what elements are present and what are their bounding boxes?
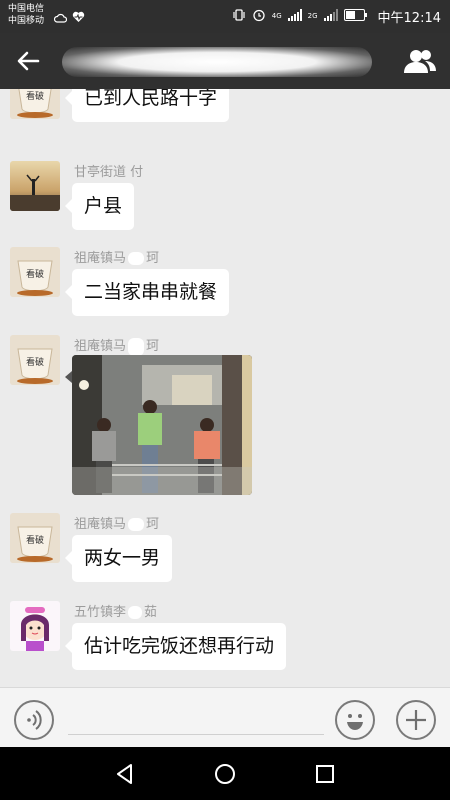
teacup-avatar[interactable]: 看破 (10, 89, 60, 119)
message-item: 五竹镇李茹 估计吃完饭还想再行动 (10, 601, 440, 681)
health-icon (72, 8, 85, 27)
recents-square-icon (316, 765, 334, 783)
message-item: 看破 祖庵镇马珂 二当家串串就餐 (10, 247, 440, 327)
image-message[interactable] (72, 355, 252, 495)
message-bubble[interactable]: 估计吃完饭还想再行动 (64, 623, 287, 670)
photo-icon (72, 355, 252, 495)
message-item: 甘亭街道 付 户县 (10, 161, 440, 241)
back-triangle-icon (117, 764, 132, 784)
alarm-icon (252, 8, 266, 25)
cloud-icon (53, 8, 68, 27)
group-info-button[interactable] (402, 47, 438, 75)
emoji-button[interactable] (335, 700, 375, 740)
chat-title-bar (0, 33, 450, 89)
arrow-left-icon (17, 51, 40, 71)
sender-name: 祖庵镇马珂 (74, 517, 160, 532)
message-item: 看破 祖庵镇马珂 两女一男 (10, 513, 440, 593)
home-circle-icon (215, 764, 235, 784)
cartoon-girl-avatar[interactable] (10, 601, 60, 651)
message-bubble[interactable]: 两女一男 (64, 535, 173, 582)
image-bubble-tail (65, 371, 72, 383)
svg-text:看破: 看破 (26, 534, 44, 546)
teacup-avatar[interactable]: 看破 (10, 335, 60, 385)
teacup-avatar[interactable]: 看破 (10, 247, 60, 297)
sender-name: 五竹镇李茹 (74, 605, 158, 620)
status-right: 4G 2G 中午12:14 (232, 7, 441, 26)
group-icon (404, 50, 436, 73)
message-bubble[interactable]: 已到人民路十字 (64, 89, 230, 122)
clock: 中午12:14 (377, 11, 441, 26)
sender-name: 甘亭街道 付 (74, 165, 144, 180)
teacup-avatar[interactable]: 看破 (10, 513, 60, 563)
system-nav-bar (0, 747, 450, 800)
vibrate-icon (232, 8, 246, 25)
svg-text:看破: 看破 (26, 90, 44, 102)
voice-icon (27, 710, 42, 730)
carrier-1: 中国电信 (8, 4, 45, 14)
message-input[interactable] (68, 734, 324, 735)
message-item: 看破 祖庵镇马珂 (10, 335, 440, 505)
chat-message-list[interactable]: 看破 已到人民路十字 甘亭街道 付 户县 看破 祖庵镇马珂 二当家串串就餐 看破… (0, 89, 450, 687)
voice-button[interactable] (14, 700, 54, 740)
status-left-icons (53, 8, 85, 27)
status-bar: 中国电信 中国移动 4G 2G 中午12:14 (0, 0, 450, 33)
nav-back-button[interactable] (112, 761, 138, 787)
battery-icon (343, 9, 368, 24)
carrier-labels: 中国电信 中国移动 (8, 3, 44, 27)
message-bubble[interactable]: 二当家串串就餐 (64, 269, 230, 316)
svg-text:看破: 看破 (26, 356, 44, 368)
carrier-2: 中国移动 (8, 16, 45, 26)
back-button[interactable] (14, 47, 44, 75)
nav-home-button[interactable] (212, 761, 238, 787)
sender-name: 祖庵镇马珂 (74, 251, 160, 266)
sender-name: 祖庵镇马珂 (74, 337, 160, 356)
more-button[interactable] (396, 700, 436, 740)
signal-icon (287, 9, 302, 24)
svg-text:看破: 看破 (26, 268, 44, 280)
message-item: 看破 已到人民路十字 (10, 89, 440, 149)
nav-recents-button[interactable] (312, 761, 338, 787)
landscape-avatar[interactable] (10, 161, 60, 211)
signal-icon-2 (323, 9, 338, 24)
chat-title-redacted (62, 47, 372, 77)
message-bubble[interactable]: 户县 (64, 183, 135, 230)
network-1-label: 4G (271, 12, 282, 20)
plus-icon (406, 710, 426, 730)
smiley-icon (347, 714, 363, 730)
network-2-label: 2G (307, 12, 318, 20)
chat-input-bar (0, 687, 450, 747)
